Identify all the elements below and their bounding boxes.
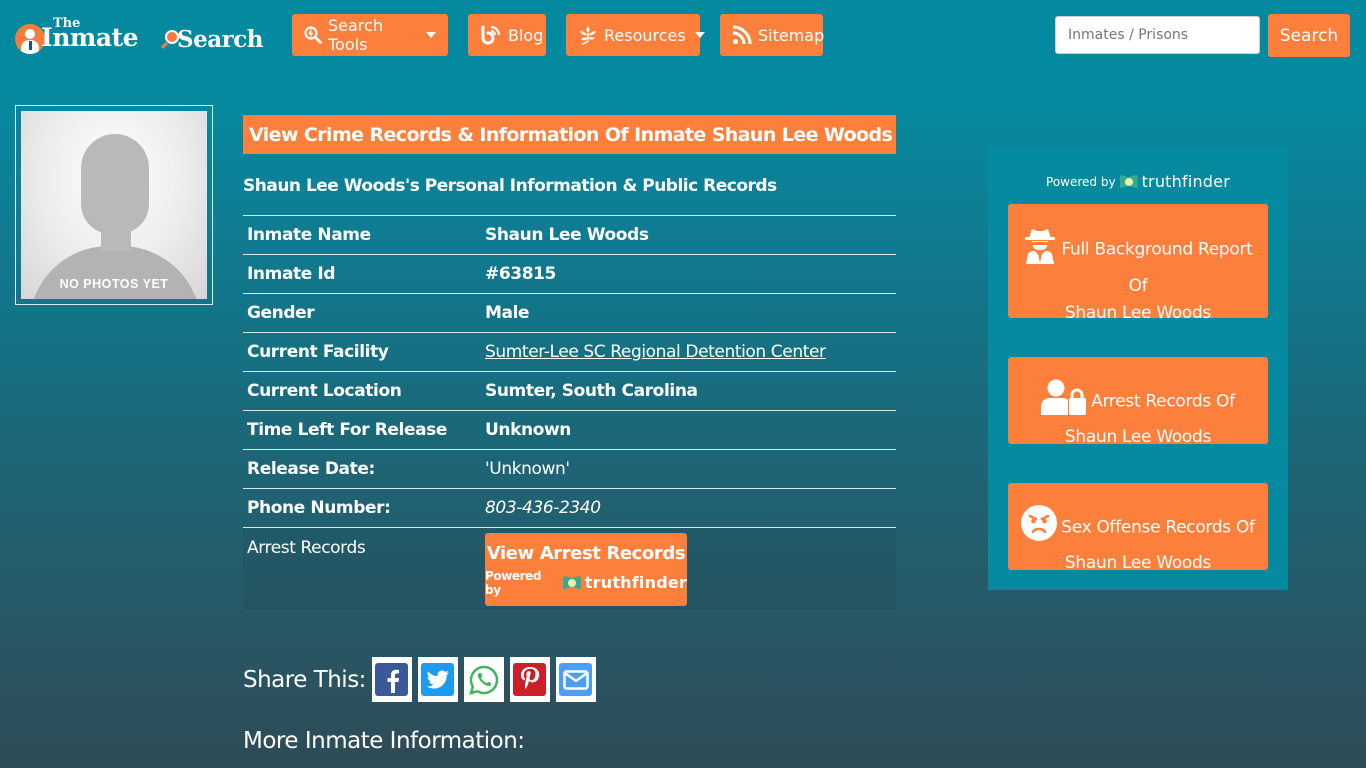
truthfinder-brand: truthfinder [584,573,687,592]
row-label: Gender [243,293,481,333]
inmate-search-input[interactable] [1055,16,1260,54]
share-whatsapp-button[interactable] [463,657,504,702]
button-line3: Shaun Lee Woods [1064,303,1212,323]
angry-face-icon [1021,505,1058,550]
row-value: Male [481,293,896,333]
button-label: View Arrest Records [486,542,686,564]
button-line2: Of [1128,276,1148,296]
logo-text-search: Search [177,26,264,53]
row-label: Inmate Name [243,215,481,255]
powered-by: Powered by truthfinder [988,172,1288,191]
nav-label: Sitemap [758,25,825,45]
nav-resources-button[interactable]: Resources [566,14,705,56]
row-value: #63815 [481,254,896,294]
row-label: Inmate Id [243,254,481,294]
share-bar: Share This: [243,657,602,702]
pinterest-icon [513,663,547,696]
table-row: Current Location Sumter, South Carolina [243,371,896,411]
truthfinder-brand: truthfinder [1141,172,1230,191]
more-inmate-information-heading: More Inmate Information: [243,728,525,754]
photo-caption: NO PHOTOS YET [59,277,169,291]
table-row: Inmate Name Shaun Lee Woods [243,215,896,255]
row-label: Phone Number: [243,488,481,528]
share-facebook-button[interactable] [371,657,412,702]
nav-blog-button[interactable]: Blog [468,14,546,56]
leaf-icon [578,25,598,45]
sidebar-truthfinder: Powered by truthfinder Full Background R… [988,146,1288,590]
button-line1: Full Background Report [1061,239,1253,260]
spy-icon [1023,226,1057,273]
table-row: Current Facility Sumter-Lee SC Regional … [243,332,896,372]
share-twitter-button[interactable] [417,657,458,702]
blog-icon [480,25,502,45]
row-label: Arrest Records [243,527,481,610]
row-label: Current Location [243,371,481,411]
navbar: The Inmate Search Search Tools Blog Reso… [0,0,1366,72]
row-value: Sumter, South Carolina [481,371,896,411]
user-lock-icon [1041,379,1087,424]
main-content: View Crime Records & Information Of Inma… [243,115,896,610]
section-subtitle: Shaun Lee Woods's Personal Information &… [243,176,777,196]
truthfinder-logo-icon [563,575,581,590]
row-label: Time Left For Release [243,410,481,450]
table-row: Gender Male [243,293,896,333]
nav-sitemap-button[interactable]: Sitemap [720,14,825,56]
rss-icon [732,25,752,45]
share-email-button[interactable] [555,657,596,702]
search-tools-icon [304,26,322,44]
table-row: Inmate Id #63815 [243,254,896,294]
email-icon [559,663,593,696]
table-row: Release Date: 'Unknown' [243,449,896,489]
truthfinder-logo-icon [1119,174,1138,189]
button-line1: Sex Offense Records Of [1061,517,1255,538]
share-label: Share This: [243,666,366,693]
chevron-down-icon [426,32,436,38]
facility-link[interactable]: Sumter-Lee SC Regional Detention Center [485,342,826,362]
nav-search-tools-button[interactable]: Search Tools [292,14,448,56]
nav-label: Resources [604,25,686,45]
powered-by-text: Powered by [485,568,542,597]
share-pinterest-button[interactable] [509,657,550,702]
nav-label: Search Tools [328,16,383,54]
row-label: Current Facility [243,332,481,372]
logo-text-inmate: Inmate [41,23,138,52]
search-button[interactable]: Search [1268,14,1350,57]
sex-offense-records-button[interactable]: Sex Offense Records Of Shaun Lee Woods [1008,483,1268,573]
twitter-icon [421,663,455,696]
inmate-photo-frame: NO PHOTOS YET [15,105,213,305]
button-line2: Shaun Lee Woods [1064,427,1212,447]
inmate-photo-placeholder: NO PHOTOS YET [21,111,207,299]
powered-by: Powered by truthfinder [485,569,687,597]
button-line2: Shaun Lee Woods [1064,553,1212,573]
chevron-down-icon [694,32,705,38]
row-value: Unknown [481,410,896,450]
table-row: Phone Number: 803-436-2340 [243,488,896,528]
table-row: Time Left For Release Unknown [243,410,896,450]
row-value: Sumter-Lee SC Regional Detention Center [481,332,896,372]
arrest-records-button[interactable]: Arrest Records Of Shaun Lee Woods [1008,357,1268,447]
page-title: View Crime Records & Information Of Inma… [243,115,896,154]
whatsapp-icon [467,663,501,696]
row-label: Release Date: [243,449,481,489]
facebook-icon [375,663,409,696]
nav-label: Blog [508,25,544,45]
full-background-report-button[interactable]: Full Background Report Of Shaun Lee Wood… [1008,204,1268,323]
powered-by-text: Powered by [1046,174,1116,189]
row-value: View Arrest Records Powered by truthfind… [481,527,896,610]
view-arrest-records-button[interactable]: View Arrest Records Powered by truthfind… [485,533,687,606]
row-value: 803-436-2340 [481,488,896,528]
row-value: Shaun Lee Woods [481,215,896,255]
row-value: 'Unknown' [481,449,896,489]
site-logo[interactable]: The Inmate Search [15,16,270,58]
table-row: Arrest Records View Arrest Records Power… [243,527,896,610]
inmate-info-table: Inmate Name Shaun Lee Woods Inmate Id #6… [243,215,896,610]
button-line1: Arrest Records Of [1091,391,1235,412]
